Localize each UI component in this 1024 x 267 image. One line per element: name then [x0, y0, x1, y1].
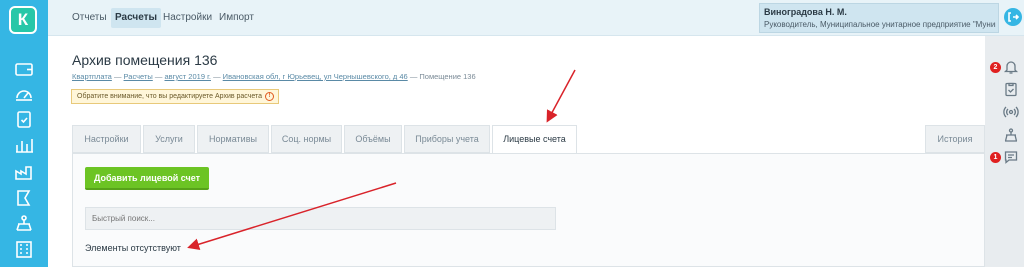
- tab-social-norms[interactable]: Соц. нормы: [271, 125, 342, 153]
- tab-services[interactable]: Услуги: [143, 125, 195, 153]
- flag-icon[interactable]: [12, 189, 36, 209]
- tower-icon[interactable]: [1003, 127, 1019, 143]
- bell-icon[interactable]: [1003, 59, 1019, 75]
- tab-meters[interactable]: Приборы учета: [404, 125, 490, 153]
- notification-badge: 2: [990, 62, 1001, 73]
- logout-icon[interactable]: [1004, 8, 1022, 26]
- building-icon[interactable]: [12, 240, 36, 260]
- gauge-icon[interactable]: [12, 84, 36, 104]
- tab-history[interactable]: История: [925, 125, 985, 153]
- user-role: Руководитель, Муниципальное унитарное пр…: [764, 20, 996, 29]
- message-badge: 1: [990, 152, 1001, 163]
- clipboard-check-icon[interactable]: [12, 110, 36, 130]
- breadcrumb-item[interactable]: Ивановская обл, г Юрьевец, ул Чернышевск…: [223, 72, 408, 81]
- nav-item-calculations[interactable]: Расчеты: [111, 8, 162, 28]
- nav-item-import[interactable]: Импорт: [215, 8, 258, 28]
- page-title: Архив помещения 136: [72, 52, 218, 68]
- empty-message: Элементы отсутствуют: [85, 243, 181, 253]
- breadcrumb-item[interactable]: Расчеты: [124, 72, 153, 81]
- nav-item-settings[interactable]: Настройки: [159, 8, 216, 28]
- warning-text: Обратите внимание, что вы редактируете А…: [77, 93, 263, 100]
- search-input[interactable]: [85, 207, 556, 230]
- user-profile[interactable]: Виноградова Н. М. Руководитель, Муниципа…: [759, 3, 999, 33]
- tower-icon[interactable]: [12, 214, 36, 234]
- chat-icon[interactable]: [1003, 149, 1019, 165]
- tab-volumes[interactable]: Объёмы: [344, 125, 402, 153]
- tab-settings[interactable]: Настройки: [72, 125, 141, 153]
- nav-item-reports[interactable]: Отчеты: [68, 8, 111, 28]
- chart-bars-icon[interactable]: [12, 136, 36, 156]
- user-name: Виноградова Н. М.: [764, 7, 847, 17]
- breadcrumb-item[interactable]: август 2019 г.: [164, 72, 211, 81]
- breadcrumb-separator: —: [113, 72, 122, 81]
- factory-icon[interactable]: [12, 163, 36, 183]
- tab-norms[interactable]: Нормативы: [197, 125, 269, 153]
- clipboard-icon[interactable]: [1003, 81, 1019, 97]
- arrow-to-tab: [546, 69, 576, 123]
- breadcrumb-current: Помещение 136: [419, 72, 476, 81]
- breadcrumb-separator: —: [213, 72, 221, 81]
- archive-warning: Обратите внимание, что вы редактируете А…: [71, 89, 279, 104]
- k-logo-icon[interactable]: К: [9, 6, 37, 34]
- breadcrumb: Квартплата — Расчеты — август 2019 г. — …: [72, 72, 476, 81]
- warning-icon: !: [265, 92, 274, 101]
- breadcrumb-separator: —: [409, 72, 418, 81]
- left-sidebar: К: [0, 0, 48, 267]
- add-account-button[interactable]: Добавить лицевой счет: [85, 167, 209, 190]
- breadcrumb-separator: —: [154, 72, 163, 81]
- breadcrumb-item[interactable]: Квартплата: [72, 72, 112, 81]
- tab-personal-accounts[interactable]: Лицевые счета: [492, 125, 577, 154]
- wallet-icon[interactable]: [12, 60, 36, 80]
- signal-icon[interactable]: [1003, 104, 1019, 120]
